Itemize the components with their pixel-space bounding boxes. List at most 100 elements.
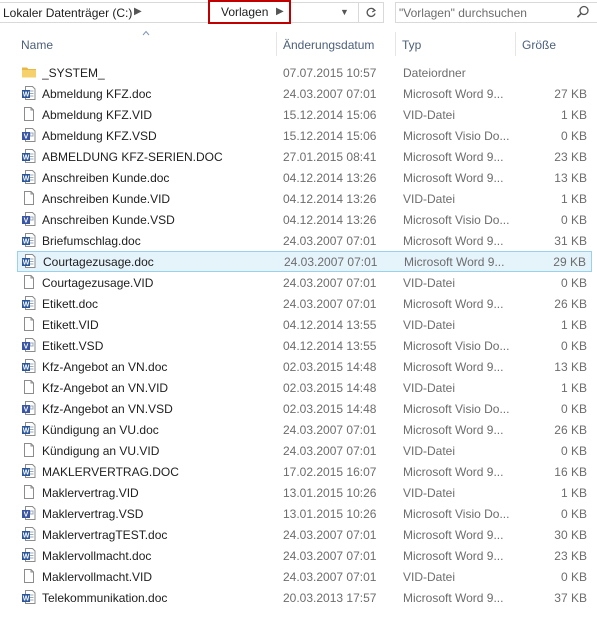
- file-row[interactable]: V Abmeldung KFZ.VSD 15.12.2014 15:06 Micros…: [17, 125, 592, 146]
- breadcrumb-root[interactable]: Lokaler Datenträger (C:): [3, 6, 132, 20]
- file-type: Microsoft Word 9...: [404, 255, 505, 269]
- column-header-type[interactable]: Typ: [402, 38, 421, 52]
- column-divider[interactable]: [276, 32, 277, 56]
- file-date: 20.03.2013 17:57: [283, 591, 377, 605]
- file-row[interactable]: _SYSTEM_ 07.07.2015 10:57 Dateiordner: [17, 62, 592, 83]
- word-doc-icon: W: [21, 547, 37, 563]
- blank-file-icon: [21, 442, 37, 458]
- word-doc-icon: W: [21, 421, 37, 437]
- column-header-size[interactable]: Größe: [522, 38, 556, 52]
- file-row[interactable]: W ABMELDUNG KFZ-SERIEN.DOC 27.01.2015 08:4…: [17, 146, 592, 167]
- search-input[interactable]: [399, 4, 569, 21]
- file-date: 24.03.2007 07:01: [283, 423, 377, 437]
- file-date: 24.03.2007 07:01: [283, 276, 377, 290]
- file-name: Abmeldung KFZ.VSD: [42, 129, 157, 143]
- column-divider[interactable]: [515, 32, 516, 56]
- file-row[interactable]: W MAKLERVERTRAG.DOC 17.02.2015 16:07 Micros…: [17, 461, 592, 482]
- blank-file-icon: [21, 106, 37, 122]
- blank-file-icon: [21, 316, 37, 332]
- chevron-down-icon[interactable]: ▼: [340, 7, 349, 17]
- folder-icon: [21, 64, 37, 80]
- file-size: 1 KB: [560, 381, 587, 395]
- file-name: Maklervertrag.VSD: [42, 507, 144, 521]
- file-date: 24.03.2007 07:01: [283, 87, 377, 101]
- file-type: VID-Datei: [403, 486, 456, 500]
- file-row[interactable]: W Courtagezusage.doc 24.03.2007 07:01 Micro…: [17, 251, 592, 272]
- file-row[interactable]: Etikett.VID 04.12.2014 13:55 VID-Datei 1 KB: [17, 314, 592, 335]
- file-name: Kfz-Angebot an VN.VSD: [42, 402, 173, 416]
- file-row[interactable]: Kündigung an VU.VID 24.03.2007 07:01 VID-D…: [17, 440, 592, 461]
- file-type: Microsoft Word 9...: [403, 549, 504, 563]
- file-row[interactable]: V Kfz-Angebot an VN.VSD 02.03.2015 14:48 Mi…: [17, 398, 592, 419]
- file-row[interactable]: W Etikett.doc 24.03.2007 07:01 Microsoft Wo…: [17, 293, 592, 314]
- file-type: Microsoft Visio Do...: [403, 129, 510, 143]
- file-row[interactable]: W Anschreiben Kunde.doc 04.12.2014 13:26 Mi…: [17, 167, 592, 188]
- file-row[interactable]: V Maklervertrag.VSD 13.01.2015 10:26 Micros…: [17, 503, 592, 524]
- navigation-bar: Lokaler Datenträger (C:) ▶ Vorlagen ▶ ▼: [0, 0, 597, 26]
- file-name: Etikett.VID: [42, 318, 99, 332]
- file-row[interactable]: Maklervertrag.VID 13.01.2015 10:26 VID-Dat…: [17, 482, 592, 503]
- file-row[interactable]: W Kfz-Angebot an VN.doc 02.03.2015 14:48 Mi…: [17, 356, 592, 377]
- search-box[interactable]: [395, 2, 597, 23]
- svg-text:W: W: [23, 302, 30, 309]
- word-doc-icon: W: [21, 169, 37, 185]
- file-name: Kündigung an VU.doc: [42, 423, 159, 437]
- file-date: 02.03.2015 14:48: [283, 381, 377, 395]
- file-name: MaklervertragTEST.doc: [42, 528, 168, 542]
- word-doc-icon: W: [21, 358, 37, 374]
- file-row[interactable]: W Telekommunikation.doc 20.03.2013 17:57 Mi…: [17, 587, 592, 608]
- chevron-right-icon[interactable]: ▶: [276, 6, 284, 17]
- file-row[interactable]: Maklervollmacht.VID 24.03.2007 07:01 VID-D…: [17, 566, 592, 587]
- column-header-name[interactable]: Name: [21, 38, 53, 52]
- search-icon[interactable]: [576, 5, 590, 19]
- file-row[interactable]: Anschreiben Kunde.VID 04.12.2014 13:26 VID…: [17, 188, 592, 209]
- file-size: 29 KB: [553, 255, 586, 269]
- file-row[interactable]: V Anschreiben Kunde.VSD 04.12.2014 13:26 Mi…: [17, 209, 592, 230]
- file-date: 24.03.2007 07:01: [283, 549, 377, 563]
- file-row[interactable]: V Etikett.VSD 04.12.2014 13:55 Microsoft Vi…: [17, 335, 592, 356]
- file-name: Abmeldung KFZ.doc: [42, 87, 152, 101]
- file-date: 04.12.2014 13:26: [283, 213, 377, 227]
- file-name: Courtagezusage.VID: [42, 276, 154, 290]
- svg-text:V: V: [24, 218, 29, 225]
- file-type: Microsoft Word 9...: [403, 87, 504, 101]
- file-type: Microsoft Word 9...: [403, 465, 504, 479]
- file-row[interactable]: W Kündigung an VU.doc 24.03.2007 07:01 Micr…: [17, 419, 592, 440]
- file-row[interactable]: Abmeldung KFZ.VID 15.12.2014 15:06 VID-Dat…: [17, 104, 592, 125]
- file-date: 17.02.2015 16:07: [283, 465, 377, 479]
- refresh-button[interactable]: [358, 3, 383, 22]
- file-date: 02.03.2015 14:48: [283, 360, 377, 374]
- file-row[interactable]: W Abmeldung KFZ.doc 24.03.2007 07:01 Micros…: [17, 83, 592, 104]
- file-row[interactable]: W MaklervertragTEST.doc 24.03.2007 07:01 Mi…: [17, 524, 592, 545]
- blank-file-icon: [21, 274, 37, 290]
- file-row[interactable]: W Briefumschlag.doc 24.03.2007 07:01 Micros…: [17, 230, 592, 251]
- file-type: Microsoft Word 9...: [403, 171, 504, 185]
- word-doc-icon: W: [21, 295, 37, 311]
- svg-text:V: V: [24, 134, 29, 141]
- file-name: Courtagezusage.doc: [43, 255, 154, 269]
- column-divider[interactable]: [395, 32, 396, 56]
- file-type: Microsoft Visio Do...: [403, 507, 510, 521]
- address-bar[interactable]: Lokaler Datenträger (C:) ▶ Vorlagen ▶ ▼: [0, 0, 384, 24]
- file-name: Maklervollmacht.doc: [42, 549, 152, 563]
- file-row[interactable]: Courtagezusage.VID 24.03.2007 07:01 VID-Da…: [17, 272, 592, 293]
- svg-text:W: W: [23, 176, 30, 183]
- visio-doc-icon: V: [21, 211, 37, 227]
- visio-doc-icon: V: [21, 505, 37, 521]
- file-size: 30 KB: [554, 528, 587, 542]
- word-doc-icon: W: [21, 148, 37, 164]
- column-header-date[interactable]: Änderungsdatum: [283, 38, 374, 52]
- file-name: Briefumschlag.doc: [42, 234, 141, 248]
- breadcrumb-current[interactable]: Vorlagen ▶: [208, 0, 291, 24]
- file-type: Dateiordner: [403, 66, 466, 80]
- file-row[interactable]: Kfz-Angebot an VN.VID 02.03.2015 14:48 VID…: [17, 377, 592, 398]
- file-name: Anschreiben Kunde.doc: [42, 171, 170, 185]
- svg-text:W: W: [23, 596, 30, 603]
- file-name: _SYSTEM_: [42, 66, 105, 80]
- breadcrumb-separator-icon[interactable]: ▶: [134, 6, 142, 17]
- word-doc-icon: W: [21, 589, 37, 605]
- svg-text:W: W: [23, 428, 30, 435]
- file-date: 13.01.2015 10:26: [283, 507, 377, 521]
- file-type: VID-Datei: [403, 570, 456, 584]
- file-row[interactable]: W Maklervollmacht.doc 24.03.2007 07:01 Micr…: [17, 545, 592, 566]
